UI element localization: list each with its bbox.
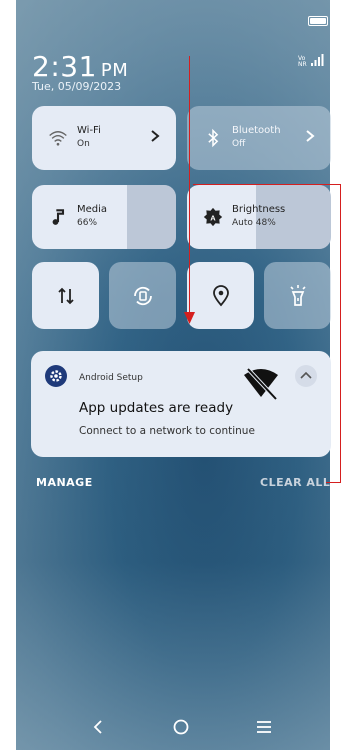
gear-icon [45, 365, 67, 387]
chevron-up-icon [300, 371, 312, 379]
auto-rotate-toggle[interactable] [109, 262, 176, 329]
brightness-label: Brightness [232, 204, 286, 215]
wifi-icon [49, 131, 67, 146]
clock-ampm: PM [100, 60, 129, 81]
bluetooth-status: Off [232, 139, 246, 149]
location-toggle[interactable] [187, 262, 254, 329]
wifi-tile[interactable]: Wi-Fi On [32, 106, 176, 170]
signal-nr: NR [298, 61, 307, 68]
chevron-right-icon[interactable] [303, 129, 317, 143]
flashlight-toggle[interactable] [264, 262, 331, 329]
wifi-status: On [77, 139, 90, 149]
wifi-off-icon [244, 367, 278, 401]
bluetooth-tile[interactable]: Bluetooth Off [187, 106, 331, 170]
wifi-label: Wi-Fi [77, 125, 101, 136]
media-slider-track [127, 185, 176, 249]
annotation-line-bottom [326, 482, 341, 483]
signal-indicator: Vo NR [298, 54, 324, 68]
expand-button[interactable] [295, 365, 317, 387]
bluetooth-label: Bluetooth [232, 125, 281, 136]
brightness-slider-track [256, 185, 331, 249]
music-note-icon [52, 209, 65, 225]
clock-time: 2:31 [32, 50, 97, 83]
annotation-arrowhead [184, 312, 195, 324]
back-icon[interactable] [91, 719, 105, 735]
svg-text:A: A [210, 213, 216, 222]
phone-frame: 2:31 PM Tue, 05/09/2023 Vo NR Wi-Fi On B… [0, 0, 341, 750]
annotation-line-top [193, 184, 341, 185]
date-label: Tue, 05/09/2023 [32, 80, 122, 93]
navigation-bar [16, 710, 330, 750]
notification-body: Connect to a network to continue [79, 425, 255, 437]
notification-title: App updates are ready [79, 400, 234, 416]
media-volume-slider[interactable]: Media 66% [32, 185, 176, 249]
flashlight-icon [289, 284, 306, 306]
location-pin-icon [212, 284, 229, 306]
clear-all-button[interactable]: CLEAR ALL [260, 476, 330, 489]
chevron-right-icon[interactable] [148, 129, 162, 143]
home-icon[interactable] [172, 718, 190, 736]
media-label: Media [77, 204, 108, 215]
battery-full-icon [308, 16, 328, 26]
bluetooth-icon [208, 128, 219, 148]
auto-rotate-icon [133, 286, 152, 305]
notification-app-name: Android Setup [79, 373, 143, 383]
notification-card[interactable]: Android Setup App updates are ready Conn… [31, 351, 331, 457]
mobile-data-toggle[interactable] [32, 262, 99, 329]
media-level: 66% [77, 218, 98, 228]
brightness-slider[interactable]: A Brightness Auto 48% [187, 185, 331, 249]
signal-bars-icon [311, 54, 324, 66]
annotation-arrow-line [189, 56, 190, 318]
clock: 2:31 PM [32, 50, 128, 83]
brightness-auto-icon: A [203, 207, 223, 227]
manage-button[interactable]: MANAGE [36, 476, 93, 489]
brightness-level: Auto 48% [232, 218, 276, 228]
mobile-data-icon [57, 287, 74, 304]
recents-icon[interactable] [256, 720, 272, 734]
